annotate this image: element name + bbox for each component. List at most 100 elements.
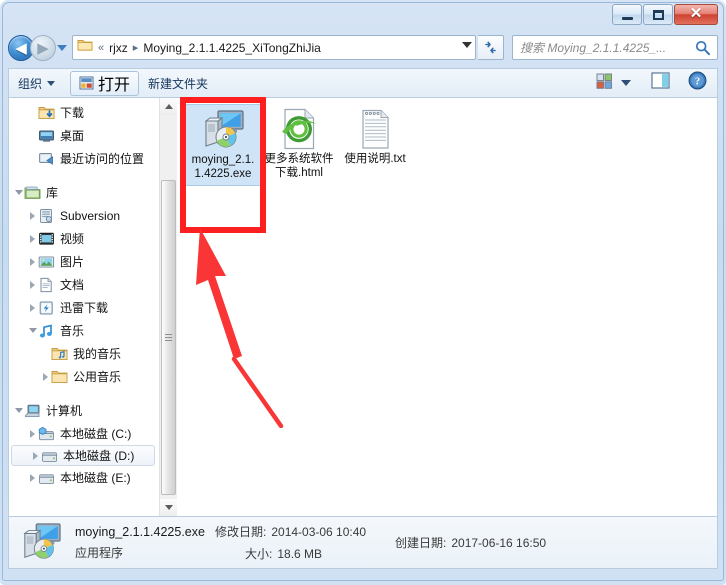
collapse-triangle-icon[interactable]	[13, 408, 24, 413]
nav-item-label: 迅雷下载	[60, 301, 109, 315]
file-list-pane[interactable]: moying_2.1.1.4225.exe 更多系统软件下载.html 使用说明.t…	[177, 98, 717, 516]
details-pane: moying_2.1.1.4225.exe 应用程序 修改日期: 2014-03…	[8, 517, 718, 569]
nav-item-2[interactable]: 最近访问的位置	[9, 147, 159, 170]
address-overflow-chevron[interactable]: «	[98, 42, 104, 54]
forward-arrow-icon: ▶	[37, 39, 49, 57]
nav-item-8[interactable]: 文档	[9, 273, 159, 296]
maximize-button[interactable]	[643, 4, 673, 25]
details-size-value: 18.6 MB	[277, 546, 323, 561]
search-input[interactable]: 搜索 Moying_2.1.1.4225_...	[520, 39, 694, 56]
close-button[interactable]: ✕	[674, 4, 718, 25]
nav-item-label: 计算机	[46, 404, 83, 418]
forward-button[interactable]: ▶	[30, 35, 56, 61]
nav-group-spacer	[9, 170, 159, 181]
videos-library-icon	[38, 231, 55, 247]
documents-library-icon	[38, 277, 55, 293]
nav-item-16[interactable]: 本地磁盘 (D:)	[11, 445, 155, 466]
expand-triangle-icon[interactable]	[40, 372, 51, 381]
nav-item-17[interactable]: 本地磁盘 (E:)	[9, 466, 159, 489]
nav-item-15[interactable]: 本地磁盘 (C:)	[9, 422, 159, 445]
nav-item-11[interactable]: 我的音乐	[9, 342, 159, 365]
nav-item-4[interactable]: 库	[9, 181, 159, 204]
details-modified-label: 修改日期:	[215, 525, 267, 539]
title-bar: ✕	[0, 0, 726, 30]
open-label: 打开	[98, 77, 131, 94]
nav-item-label: 库	[46, 186, 59, 200]
nav-item-label: Subversion	[60, 208, 121, 223]
nav-item-label: 下载	[60, 106, 85, 120]
open-file-icon	[79, 76, 94, 90]
details-modified-value: 2014-03-06 10:40	[271, 524, 367, 539]
window-controls: ✕	[611, 4, 718, 25]
file-item-label: 使用说明.txt	[344, 153, 406, 165]
expand-triangle-icon[interactable]	[27, 211, 38, 220]
view-dropdown-icon[interactable]	[621, 80, 631, 86]
file-item-2[interactable]: 使用说明.txt	[337, 104, 413, 186]
navigation-scrollbar[interactable]	[159, 98, 177, 516]
nav-item-9[interactable]: 迅雷下载	[9, 296, 159, 319]
nav-item-0[interactable]: 下载	[9, 101, 159, 124]
nav-item-12[interactable]: 公用音乐	[9, 365, 159, 388]
system-drive-icon	[38, 426, 55, 442]
address-bar[interactable]: « rjxz ▸ Moying_2.1.1.4225_XiTongZhiJia	[72, 35, 476, 60]
minimize-button[interactable]	[612, 4, 642, 25]
chevron-down-icon	[47, 80, 56, 86]
new-folder-button[interactable]: 新建文件夹	[139, 72, 217, 94]
thunder-download-library-icon	[38, 300, 55, 316]
maximize-icon	[652, 9, 664, 20]
nav-item-6[interactable]: 视频	[9, 227, 159, 250]
nav-item-label: 图片	[60, 255, 85, 269]
file-item-1[interactable]: 更多系统软件下载.html	[261, 104, 337, 186]
navigation-pane[interactable]: 下载桌面最近访问的位置库 Subversion 视频图片文档迅雷下载音乐 我的音乐 公用…	[9, 98, 159, 516]
expand-triangle-icon[interactable]	[27, 234, 38, 243]
details-file-name: moying_2.1.1.4225.exe	[75, 524, 205, 539]
breadcrumb-rjxz[interactable]: rjxz	[109, 41, 128, 55]
collapse-triangle-icon[interactable]	[13, 190, 24, 195]
application-exe-icon	[19, 522, 65, 564]
computer-icon	[24, 403, 41, 419]
text-file-icon	[352, 108, 398, 150]
address-bar-row: ◀ ▶ « rjxz ▸ Moying_2.1.1.4225_XiTongZhi…	[0, 30, 726, 66]
nav-item-label: 最近访问的位置	[60, 152, 145, 166]
scrollbar-grip-icon	[165, 332, 172, 343]
nav-item-10[interactable]: 音乐	[9, 319, 159, 342]
nav-item-1[interactable]: 桌面	[9, 124, 159, 147]
open-button[interactable]: 打开	[70, 70, 140, 96]
drive-icon	[41, 448, 58, 464]
new-folder-label: 新建文件夹	[148, 76, 209, 91]
address-dropdown-icon[interactable]	[462, 42, 472, 48]
details-file-type: 应用程序	[75, 545, 124, 560]
file-item-0[interactable]: moying_2.1.1.4225.exe	[185, 104, 261, 186]
history-dropdown-icon[interactable]	[57, 45, 67, 51]
details-created-label: 创建日期:	[395, 536, 447, 550]
nav-item-14[interactable]: 计算机	[9, 399, 159, 422]
refresh-button[interactable]	[478, 35, 504, 60]
expand-triangle-icon[interactable]	[27, 303, 38, 312]
collapse-triangle-icon[interactable]	[27, 328, 38, 333]
pictures-library-icon	[38, 254, 55, 270]
expand-triangle-icon[interactable]	[27, 280, 38, 289]
public-music-folder-icon	[51, 369, 68, 385]
expand-triangle-icon[interactable]	[27, 257, 38, 266]
nav-item-7[interactable]: 图片	[9, 250, 159, 273]
scroll-up-arrow[interactable]	[160, 98, 177, 115]
help-icon[interactable]: ?	[688, 71, 707, 95]
expand-triangle-icon[interactable]	[27, 429, 38, 438]
expand-triangle-icon[interactable]	[30, 451, 41, 460]
search-box[interactable]: 搜索 Moying_2.1.1.4225_...	[512, 35, 718, 60]
organize-menu-button[interactable]: 组织	[9, 72, 64, 94]
svg-text:?: ?	[695, 77, 700, 88]
nav-item-5[interactable]: Subversion	[9, 204, 159, 227]
application-exe-icon	[200, 109, 246, 151]
scroll-down-arrow[interactable]	[160, 499, 177, 516]
downloads-folder-icon	[38, 105, 55, 121]
details-size-label: 大小:	[245, 547, 273, 561]
breadcrumb-current-folder[interactable]: Moying_2.1.1.4225_XiTongZhiJia	[143, 41, 320, 55]
preview-pane-icon[interactable]	[651, 72, 670, 94]
view-layout-icon[interactable]	[596, 73, 613, 94]
scrollbar-thumb[interactable]	[161, 180, 176, 495]
details-modified-column: 修改日期: 2014-03-06 10:40 大小: 18.6 MB	[215, 523, 395, 562]
toolbar-right-group: ?	[596, 71, 717, 95]
nav-item-label: 文档	[60, 278, 85, 292]
expand-triangle-icon[interactable]	[27, 473, 38, 482]
